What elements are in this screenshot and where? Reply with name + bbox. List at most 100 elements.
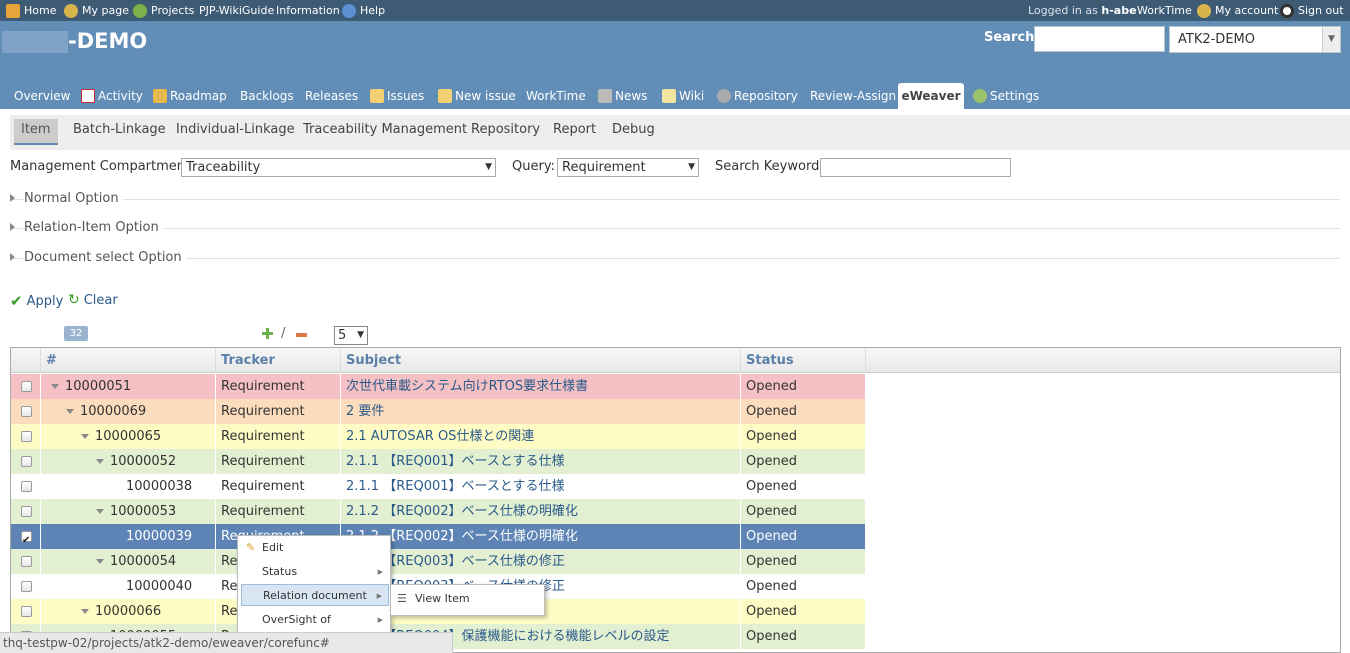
table-row[interactable]: 10000039Requirement2.1.2 【REQ002】ベース仕様の明… [11,524,866,549]
clear-button[interactable]: ↻ Clear [68,292,118,308]
tab-backlogs[interactable]: Backlogs [235,83,299,109]
top-help-link[interactable]: Help [342,0,385,21]
relation-item-option-toggle[interactable]: Relation-Item Option [10,220,1340,236]
row-id[interactable]: 10000038 [126,479,192,494]
row-id[interactable]: 10000066 [95,604,161,619]
submenu-view-item[interactable]: ☰ View Item [394,588,470,610]
tab-eweaver[interactable]: eWeaver [898,83,964,109]
row-subject[interactable]: 2.1.1 【REQ001】ベースとする仕様 [341,474,741,499]
table-row[interactable]: 10000069 Requirement 2 要件 Opened [11,399,866,424]
tab-settings[interactable]: Settings [968,83,1044,109]
per-page-select[interactable]: 5 ▼ [334,326,368,345]
row-checkbox[interactable] [21,528,32,549]
tab-activity[interactable]: Activity [76,83,148,109]
normal-option-toggle[interactable]: Normal Option [10,191,1340,207]
table-row[interactable]: 10000053 Requirement 2.1.2 【REQ002】ベース仕様の明… [11,499,866,524]
tab-review-assign[interactable]: Review-Assign [805,83,901,109]
tab-worktime[interactable]: WorkTime [521,83,591,109]
subtab-debug[interactable]: Debug [605,119,662,145]
tab-releases[interactable]: Releases [300,83,363,109]
context-edit[interactable]: ✎ Edit [241,537,389,559]
row-id[interactable]: 10000039 [126,529,192,544]
activity-icon [81,89,95,103]
tab-issues-label: Issues [387,89,425,103]
context-status[interactable]: Status ▶ [241,561,389,583]
tab-issues[interactable]: Issues [365,83,429,109]
expand-triangle-icon[interactable] [81,434,89,439]
expand-triangle-icon[interactable] [51,384,59,389]
row-id[interactable]: 10000065 [95,429,161,444]
top-home-link[interactable]: Home [6,0,56,21]
column-header-id[interactable]: # [41,348,216,373]
row-checkbox[interactable] [21,606,32,617]
subtab-traceability-management[interactable]: Traceability Management [296,119,474,145]
document-select-option-toggle[interactable]: Document select Option [10,250,1340,266]
context-relation-document[interactable]: Relation document ▶ [241,584,389,606]
row-subject[interactable]: 2 要件 [341,399,741,424]
row-checkbox[interactable] [21,431,32,442]
row-subject[interactable]: 2.1.2 【REQ002】ベース仕様の明確化 [341,499,741,524]
column-header-subject[interactable]: Subject [341,348,741,373]
top-my-page-link[interactable]: My page [64,0,129,21]
row-id[interactable]: 10000051 [65,379,131,394]
collapse-all-icon[interactable] [296,333,307,337]
top-my-account-link[interactable]: My account [1197,0,1278,21]
compartment-select[interactable]: Traceability ▼ [181,158,496,177]
table-row[interactable]: 10000038 Requirement 2.1.1 【REQ001】ベースとする仕… [11,474,866,499]
top-projects-link[interactable]: Projects [133,0,194,21]
top-worktime-link[interactable]: WorkTime [1137,0,1192,21]
top-information-link[interactable]: Information [276,0,340,21]
subtab-item[interactable]: Item [14,119,58,145]
row-checkbox[interactable] [21,381,32,392]
keyword-input[interactable] [820,158,1011,177]
tab-repository[interactable]: Repository [712,83,803,109]
top-wikiguide-link[interactable]: PJP-WikiGuide [199,0,274,21]
expand-triangle-icon[interactable] [96,459,104,464]
row-checkbox[interactable] [21,506,32,517]
row-subject[interactable]: 2.1.2 【REQ002】ベース仕様の明確化 [341,524,741,549]
context-oversight-of[interactable]: OverSight of ▶ [241,609,389,631]
row-checkbox[interactable] [21,481,32,492]
search-input[interactable] [1034,26,1165,52]
tab-new-issue[interactable]: New issue [433,83,521,109]
row-id[interactable]: 10000052 [110,454,176,469]
table-row[interactable]: 10000054Requirement2.1.3 【REQ003】ベース仕様の修… [11,549,866,574]
table-row[interactable]: 10000065 Requirement 2.1 AUTOSAR OS仕様との関連 O… [11,424,866,449]
top-sign-out-link[interactable]: Sign out [1280,0,1344,21]
query-select[interactable]: Requirement ▼ [557,158,699,177]
row-subject[interactable]: 2.1 AUTOSAR OS仕様との関連 [341,424,741,449]
row-id[interactable]: 10000054 [110,554,176,569]
subtab-report[interactable]: Report [546,119,603,145]
logged-in-user[interactable]: h-abe [1101,0,1136,21]
subtab-individual-linkage[interactable]: Individual-Linkage [169,119,302,145]
subtab-batch-linkage[interactable]: Batch-Linkage [66,119,173,145]
row-subject[interactable]: 次世代車載システム向けRTOS要求仕様書 [341,374,741,399]
row-checkbox[interactable] [21,556,32,567]
row-subject[interactable]: 2.1.1 【REQ001】ベースとする仕様 [341,449,741,474]
table-row[interactable]: 10000051 Requirement 次世代車載システム向けRTOS要求仕様書 O… [11,374,866,399]
tab-overview[interactable]: Overview [9,83,76,109]
project-select[interactable]: ATK2-DEMO ▼ [1169,26,1341,53]
tab-wiki[interactable]: Wiki [657,83,709,109]
row-subject[interactable]: 2.1.3 【REQ003】ベース仕様の修正 [341,549,741,574]
tab-roadmap[interactable]: Roadmap [148,83,232,109]
apply-button[interactable]: ✔ Apply [10,292,63,310]
row-checkbox[interactable] [21,456,32,467]
subtab-repository[interactable]: Repository [464,119,547,145]
row-checkbox-cell [11,499,41,524]
tab-news[interactable]: News [593,83,652,109]
row-id[interactable]: 10000069 [80,404,146,419]
list-icon: ☰ [397,592,407,605]
expand-triangle-icon[interactable] [66,409,74,414]
expand-triangle-icon[interactable] [96,559,104,564]
expand-triangle-icon[interactable] [96,509,104,514]
row-id[interactable]: 10000040 [126,579,192,594]
row-checkbox[interactable] [21,406,32,417]
expand-all-icon[interactable] [262,328,273,339]
column-header-status[interactable]: Status [741,348,866,373]
row-checkbox[interactable] [21,581,32,592]
row-id[interactable]: 10000053 [110,504,176,519]
expand-triangle-icon[interactable] [81,609,89,614]
column-header-tracker[interactable]: Tracker [216,348,341,373]
table-row[interactable]: 10000052 Requirement 2.1.1 【REQ001】ベースとする仕… [11,449,866,474]
